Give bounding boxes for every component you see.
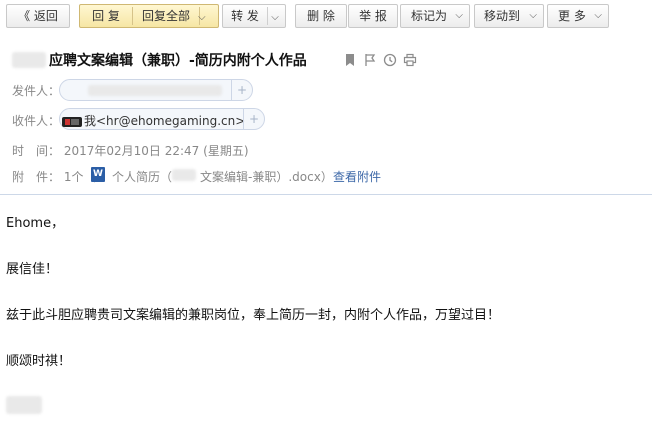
move-to-button[interactable]: 移动到 ⌵	[474, 4, 544, 28]
back-button[interactable]: 《 返回	[6, 4, 70, 28]
add-icon[interactable]: +	[243, 109, 264, 129]
mark-as-button[interactable]: 标记为 ⌵	[400, 4, 470, 28]
move-to-label: 移动到	[484, 9, 521, 23]
redacted-sender	[88, 85, 222, 96]
body-line-3: 兹于此斗胆应聘贵司文案编辑的兼职岗位，奉上简历一封，内附个人作品，万望过目！	[6, 308, 501, 323]
redacted-block	[12, 52, 46, 68]
avatar-icon	[62, 113, 82, 127]
sender-chip[interactable]: +	[59, 79, 253, 101]
to-row: 收件人：	[12, 112, 60, 129]
forward-button[interactable]: 转 发	[223, 5, 267, 27]
reply-button[interactable]: 回 复	[80, 5, 132, 27]
mail-toolbar: 《 返回 回 复 回复全部 ⌵ 转 发 ⌵ 删 除 举 报 标记为 ⌵ 移动到 …	[0, 0, 652, 34]
bookmark-icon[interactable]	[343, 52, 357, 66]
recipient-chip[interactable]: 我<hr@ehomegaming.cn> +	[59, 108, 265, 130]
attachment-name[interactable]: 个人简历（ 文案编辑-兼职）.docx）	[112, 168, 333, 185]
mark-as-label: 标记为	[411, 9, 448, 23]
from-row: 发件人：	[12, 82, 60, 99]
attach-name-prefix: 个人简历（	[112, 170, 173, 184]
mail-subject: 应聘文案编辑（兼职）-简历内附个人作品	[49, 53, 307, 69]
print-icon[interactable]	[403, 52, 417, 67]
attachment-row: 附 件： 1个（	[12, 168, 95, 185]
view-attachment-link[interactable]: 查看附件	[333, 168, 381, 185]
delete-button[interactable]: 删 除	[295, 4, 347, 28]
chevron-down-icon: ⌵	[198, 12, 206, 23]
report-button-label: 举 报	[359, 9, 387, 23]
time-label: 时 间：	[12, 144, 61, 158]
to-label: 收件人：	[12, 114, 61, 128]
redacted-block	[172, 169, 196, 181]
attach-name-suffix: 文案编辑-兼职）.docx）	[200, 170, 333, 184]
time-row: 时 间： 2017年02月10日 22:47 (星期五)	[12, 142, 249, 159]
add-icon[interactable]: +	[231, 80, 252, 100]
mail-header: 应聘文案编辑（兼职）-简历内附个人作品 发件人： + 收件人： 我<hr@eho…	[0, 38, 652, 194]
reply-all-button[interactable]: 回复全部	[133, 5, 199, 27]
delete-button-label: 删 除	[307, 9, 335, 23]
from-label: 发件人：	[12, 84, 61, 98]
chevron-down-icon: ⌵	[529, 10, 537, 21]
time-value: 2017年02月10日 22:47 (星期五)	[63, 144, 249, 158]
body-greeting: Ehome，	[6, 216, 65, 231]
chevron-down-icon: ⌵	[455, 10, 463, 21]
forward-dropdown[interactable]: ⌵	[265, 5, 285, 27]
chevron-down-icon: ⌵	[594, 10, 602, 21]
chevron-down-icon: ⌵	[271, 12, 279, 23]
body-closing: 顺颂时祺！	[6, 354, 72, 369]
reply-group: 回 复 回复全部 ⌵	[79, 4, 219, 28]
redacted-signature	[6, 396, 42, 414]
header-divider	[0, 194, 652, 195]
recipient-address: 我<hr@ehomegaming.cn>	[84, 114, 246, 128]
more-label: 更 多	[558, 9, 586, 23]
back-button-label: 《 返回	[18, 9, 58, 23]
word-doc-icon[interactable]: W	[91, 167, 105, 182]
forward-group: 转 发 ⌵	[222, 4, 286, 28]
attach-label: 附 件：	[12, 170, 61, 184]
more-button[interactable]: 更 多 ⌵	[547, 4, 609, 28]
body-line-2: 展信佳！	[6, 262, 59, 277]
clock-icon[interactable]	[383, 52, 397, 67]
report-button[interactable]: 举 报	[348, 4, 398, 28]
reply-dropdown[interactable]: ⌵	[198, 5, 218, 27]
flag-icon[interactable]	[363, 52, 377, 66]
